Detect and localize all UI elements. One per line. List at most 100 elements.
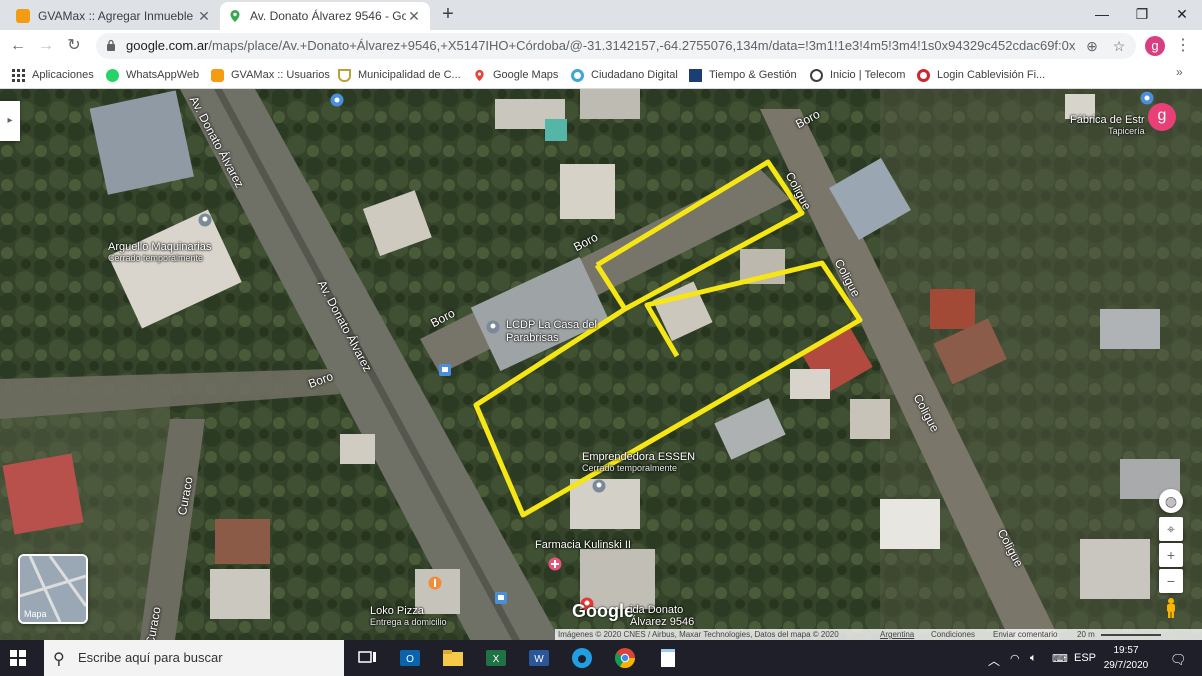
address-bar[interactable]: google.com.ar/maps/place/Av.+Donato+Álva… bbox=[96, 33, 1136, 59]
place-pin-icon[interactable] bbox=[486, 320, 500, 334]
tiempo-icon bbox=[689, 68, 702, 82]
windows-start-icon[interactable] bbox=[10, 650, 26, 666]
maps-pin-icon bbox=[228, 9, 242, 23]
bookmark-label: Google Maps bbox=[493, 69, 559, 81]
pharmacy-pin-icon[interactable] bbox=[548, 557, 562, 571]
bookmark-star-icon[interactable]: ☆ bbox=[1110, 37, 1128, 55]
volume-icon[interactable]: 🔈︎ bbox=[1030, 652, 1037, 665]
bookmark-aplicaciones[interactable]: Aplicaciones bbox=[12, 66, 94, 84]
bus-stop-icon[interactable] bbox=[494, 591, 508, 605]
excel-icon[interactable]: X bbox=[484, 646, 508, 670]
scale-bar bbox=[1101, 634, 1161, 636]
place-loko-pizza[interactable]: Loko Pizza Entrega a domicilio bbox=[370, 605, 447, 627]
zoom-in-button[interactable]: + bbox=[1159, 543, 1183, 567]
gvamax-icon bbox=[16, 9, 30, 23]
task-view-icon[interactable] bbox=[356, 646, 380, 670]
taskbar-search-box[interactable]: ⚲ Escribe aquí para buscar bbox=[44, 640, 344, 676]
bookmark-google-maps[interactable]: Google Maps bbox=[473, 66, 558, 84]
add-icon[interactable]: ⊕ bbox=[1083, 37, 1101, 55]
place-status: Tapicería bbox=[1108, 126, 1145, 136]
place-emprendedora-essen[interactable]: Emprendedora ESSEN Cerrado temporalmente bbox=[582, 451, 695, 473]
place-pin-icon[interactable] bbox=[592, 479, 606, 493]
notifications-icon[interactable]: 🗨︎ bbox=[1170, 652, 1187, 668]
file-explorer-icon[interactable] bbox=[441, 646, 465, 670]
word-icon[interactable]: W bbox=[527, 646, 551, 670]
chrome-icon[interactable] bbox=[613, 646, 637, 670]
minimize-button[interactable]: — bbox=[1082, 0, 1122, 30]
bookmark-cablevision[interactable]: Login Cablevisión Fi... bbox=[917, 66, 1045, 84]
more-bookmarks-icon[interactable]: » bbox=[1176, 65, 1183, 79]
place-name: Emprendedora ESSEN bbox=[582, 451, 696, 463]
edge-icon[interactable] bbox=[570, 646, 594, 670]
svg-text:W: W bbox=[534, 654, 544, 665]
bookmark-telecom[interactable]: Inicio | Telecom bbox=[810, 66, 905, 84]
outlook-icon[interactable]: O bbox=[398, 646, 422, 670]
close-window-button[interactable]: ✕ bbox=[1162, 0, 1202, 30]
expand-side-panel-button[interactable]: ▸ bbox=[0, 101, 20, 141]
back-arrow-icon[interactable]: ← bbox=[8, 36, 28, 56]
bookmark-whatsappweb[interactable]: WhatsAppWeb bbox=[106, 66, 199, 84]
close-tab-icon[interactable]: ✕ bbox=[406, 8, 422, 25]
bookmark-tiempo-gestion[interactable]: Tiempo & Gestión bbox=[689, 66, 797, 84]
search-placeholder: Escribe aquí para buscar bbox=[78, 650, 223, 665]
navigation-bar: ← → ↻ google.com.ar/maps/place/Av.+Donat… bbox=[0, 30, 1202, 62]
new-tab-button[interactable]: + bbox=[438, 4, 458, 24]
place-pin-icon[interactable] bbox=[198, 213, 212, 227]
search-icon: ⚲ bbox=[53, 651, 65, 668]
imagery-credit: Imágenes © 2020 CNES / Airbus, Maxar Tec… bbox=[558, 630, 839, 639]
bookmark-label: Login Cablevisión Fi... bbox=[937, 69, 1046, 81]
feedback-link[interactable]: Enviar comentario bbox=[993, 629, 1057, 640]
notepad-icon[interactable] bbox=[656, 646, 680, 670]
forward-arrow-icon[interactable]: → bbox=[36, 36, 56, 56]
tab-gvamax[interactable]: GVAMax :: Agregar Inmueble ✕ bbox=[8, 2, 220, 30]
maximize-button[interactable]: ❐ bbox=[1122, 0, 1162, 30]
bookmark-label: Municipalidad de C... bbox=[358, 69, 461, 81]
ciudadano-icon bbox=[571, 68, 584, 82]
menu-kebab-icon[interactable]: ⋮ bbox=[1175, 36, 1191, 56]
map-layers-button[interactable]: Mapa bbox=[18, 554, 88, 624]
place-donato-9546[interactable]: ida Donato Álvarez 9546 bbox=[630, 604, 710, 628]
profile-avatar[interactable]: g bbox=[1145, 36, 1165, 56]
keyboard-icon[interactable]: ⌨ bbox=[1052, 652, 1068, 665]
account-badge[interactable]: g bbox=[1148, 103, 1176, 131]
map-layers-label: Mapa bbox=[24, 609, 47, 619]
place-lcdp-parabrisas[interactable]: LCDP La Casa del Parabrisas bbox=[506, 319, 616, 345]
browser-tab-bar: GVAMax :: Agregar Inmueble ✕ Av. Donato … bbox=[0, 0, 1202, 30]
restaurant-pin-icon[interactable] bbox=[428, 576, 442, 590]
gvamax-icon bbox=[211, 68, 224, 82]
lock-icon bbox=[107, 39, 115, 51]
place-farmacia-kulinski[interactable]: Farmacia Kulinski II bbox=[535, 539, 631, 551]
bookmark-gvamax-usuarios[interactable]: GVAMax :: Usuarios bbox=[211, 66, 330, 84]
tray-chevron-icon[interactable]: ︿ bbox=[988, 652, 1000, 669]
satellite-map[interactable]: Av. Donato Álvarez Av. Donato Álvarez Bo… bbox=[0, 89, 1202, 640]
bus-stop-icon[interactable] bbox=[438, 363, 452, 377]
my-location-icon[interactable]: ⌖ bbox=[1159, 517, 1183, 541]
reload-icon[interactable]: ↻ bbox=[64, 36, 84, 56]
globe-icon[interactable]: ◍ bbox=[1159, 489, 1183, 513]
place-status: Entrega a domicilio bbox=[370, 617, 447, 627]
tab-title: GVAMax :: Agregar Inmueble bbox=[38, 9, 194, 23]
wifi-icon[interactable]: ◠ bbox=[1010, 652, 1020, 665]
place-pin-icon[interactable] bbox=[1140, 91, 1154, 105]
bookmark-label: WhatsAppWeb bbox=[126, 69, 200, 81]
zoom-out-button[interactable]: − bbox=[1159, 569, 1183, 593]
close-tab-icon[interactable]: ✕ bbox=[196, 8, 212, 25]
place-name: Fábrica de Estr bbox=[1070, 114, 1145, 126]
url-path: /maps/place/Av.+Donato+Álvarez+9546,+X51… bbox=[208, 38, 1076, 53]
bookmark-municipalidad[interactable]: Municipalidad de C... bbox=[338, 66, 461, 84]
place-pin-icon[interactable] bbox=[330, 93, 344, 107]
place-fabrica[interactable]: Fábrica de Estr Tapicería bbox=[1070, 114, 1145, 136]
bookmark-label: GVAMax :: Usuarios bbox=[231, 69, 330, 81]
bookmark-label: Inicio | Telecom bbox=[830, 69, 906, 81]
place-arguello-maquinarias[interactable]: Arguello Maquinarias Cerrado temporalmen… bbox=[108, 241, 211, 263]
tab-google-maps[interactable]: Av. Donato Álvarez 9546 - Goog ✕ bbox=[220, 2, 430, 30]
system-clock[interactable]: 19:57 29/7/2020 bbox=[1096, 643, 1156, 673]
country-link[interactable]: Argentina bbox=[880, 629, 914, 640]
bookmark-ciudadano-digital[interactable]: Ciudadano Digital bbox=[571, 66, 678, 84]
place-status: Cerrado temporalmente bbox=[108, 253, 204, 263]
pegman-icon[interactable] bbox=[1159, 598, 1183, 622]
cablevision-icon bbox=[917, 68, 930, 82]
windows-taskbar: ⚲ Escribe aquí para buscar O X W ︿ ◠ 🔈︎ … bbox=[0, 640, 1202, 676]
language-indicator[interactable]: ESP bbox=[1074, 652, 1096, 664]
terms-link[interactable]: Condiciones bbox=[931, 629, 975, 640]
